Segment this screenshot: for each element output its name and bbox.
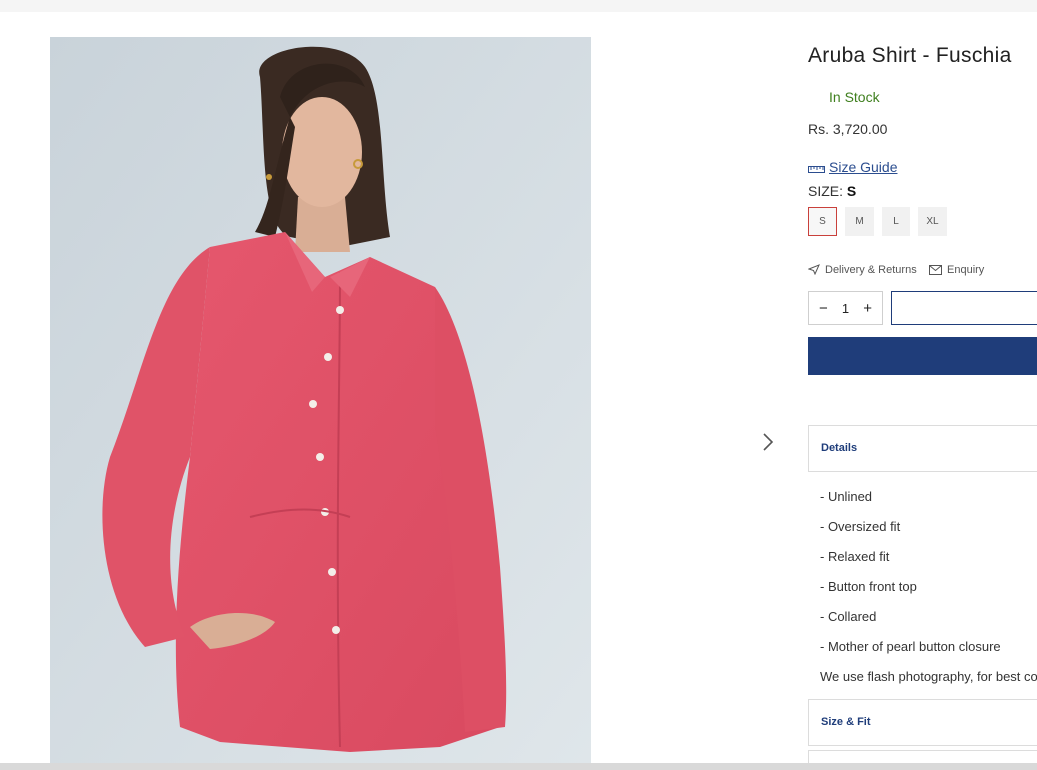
size-guide-link[interactable]: Size Guide xyxy=(808,159,897,175)
qty-increase-button[interactable]: + xyxy=(863,300,872,317)
bottom-scrollbar[interactable] xyxy=(0,763,1037,770)
ruler-icon xyxy=(808,166,825,173)
next-image-arrow[interactable] xyxy=(758,430,778,454)
detail-line: - Unlined xyxy=(820,489,873,504)
detail-line: - Button front top xyxy=(820,579,917,594)
size-label: SIZE: S xyxy=(808,183,856,199)
details-accordion[interactable]: Details xyxy=(808,425,1037,472)
product-price: Rs. 3,720.00 xyxy=(808,121,888,137)
detail-line: - Collared xyxy=(820,609,877,624)
enquiry-label: Enquiry xyxy=(947,264,985,276)
size-option-xl[interactable]: XL xyxy=(918,207,947,236)
add-to-cart-button[interactable] xyxy=(891,291,1037,325)
chevron-right-icon xyxy=(763,433,774,451)
details-heading: Details xyxy=(821,442,858,454)
mail-icon xyxy=(929,265,942,275)
detail-note: We use flash photography, for best co xyxy=(820,669,1037,684)
quantity-stepper: − 1 + xyxy=(808,291,883,325)
size-label-text: SIZE: xyxy=(808,183,844,199)
send-icon xyxy=(807,264,820,276)
quantity-value[interactable]: 1 xyxy=(842,301,849,316)
top-strip xyxy=(0,0,1037,12)
size-fit-heading: Size & Fit xyxy=(821,716,871,728)
enquiry-link[interactable]: Enquiry xyxy=(929,264,984,276)
product-photo-drawing xyxy=(50,37,591,763)
detail-line: - Mother of pearl button closure xyxy=(820,639,1001,654)
product-title: Aruba Shirt - Fuschia xyxy=(808,44,1012,67)
stock-status: In Stock xyxy=(829,89,880,105)
detail-line: - Relaxed fit xyxy=(820,549,890,564)
size-fit-accordion[interactable]: Size & Fit xyxy=(808,699,1037,746)
size-option-m[interactable]: M xyxy=(845,207,874,236)
qty-decrease-button[interactable]: − xyxy=(819,300,828,317)
detail-line: - Oversized fit xyxy=(820,519,901,534)
size-option-l[interactable]: L xyxy=(882,207,910,236)
buy-now-button[interactable] xyxy=(808,337,1037,375)
delivery-returns-link[interactable]: Delivery & Returns xyxy=(807,264,917,276)
size-option-s[interactable]: S xyxy=(808,207,837,236)
size-guide-label: Size Guide xyxy=(829,159,898,175)
selected-size: S xyxy=(846,183,857,199)
delivery-returns-label: Delivery & Returns xyxy=(825,264,917,276)
product-image[interactable] xyxy=(50,37,591,763)
